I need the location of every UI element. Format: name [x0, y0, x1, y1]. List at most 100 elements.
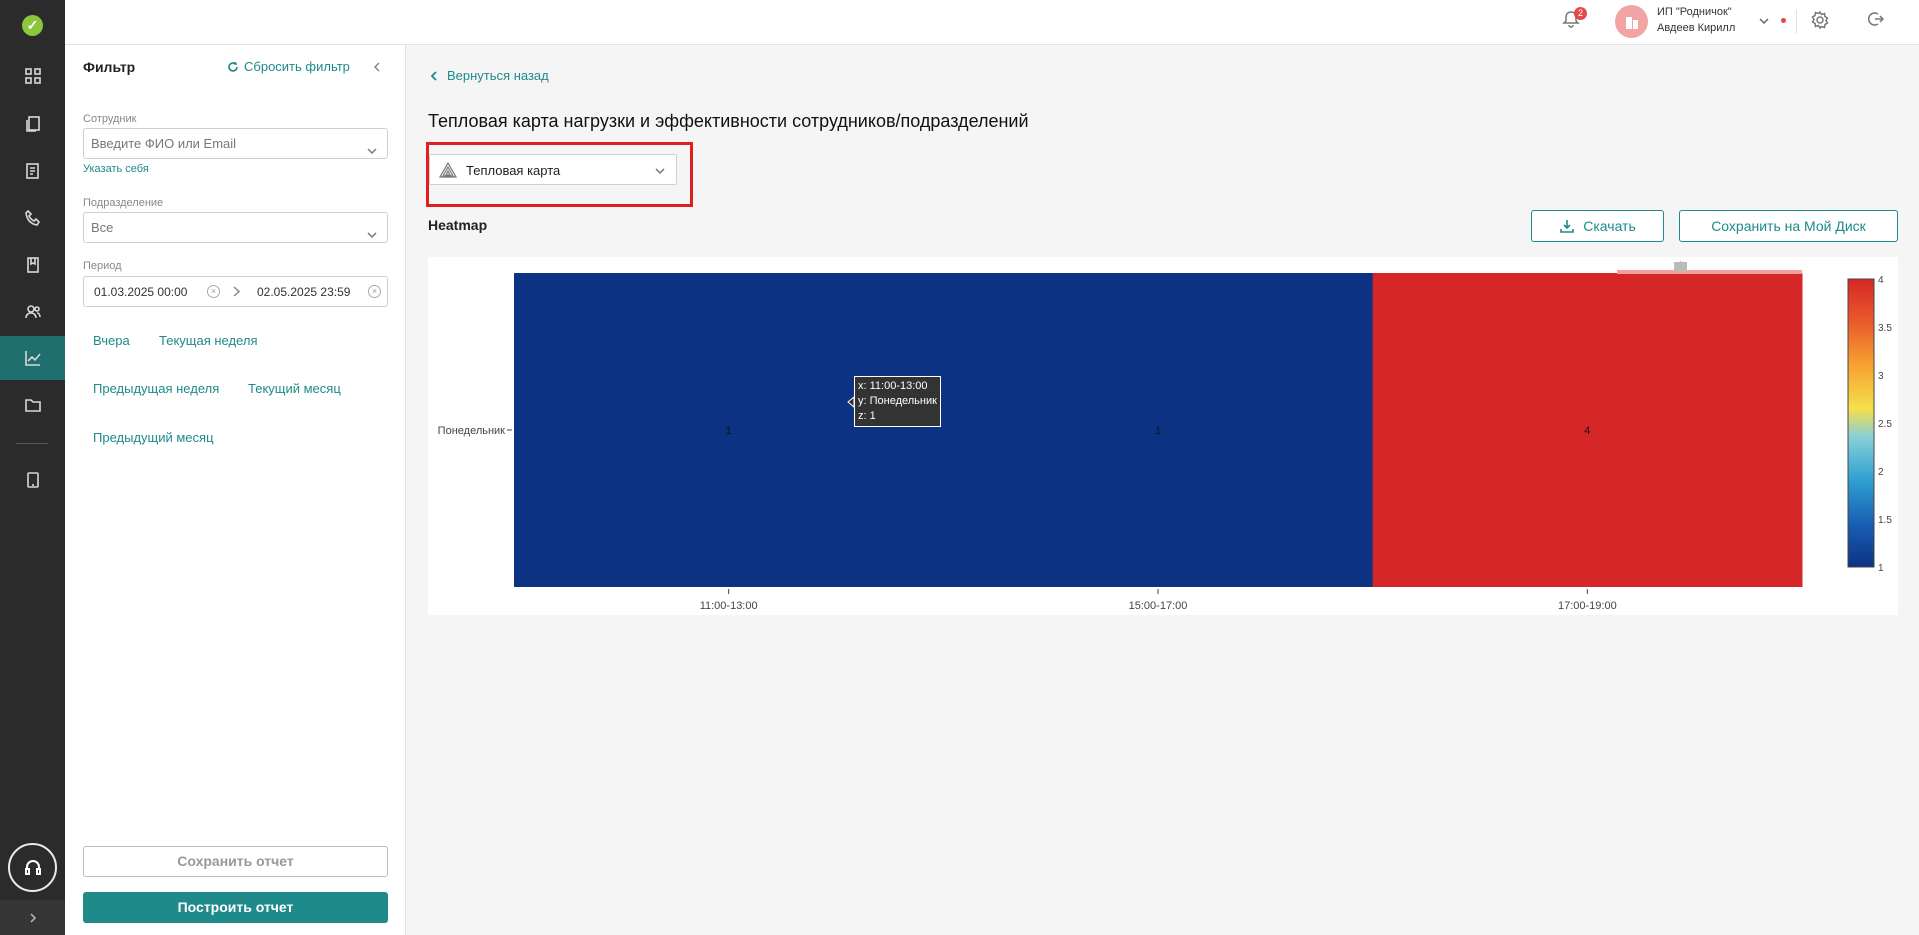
spike-lines-icon[interactable]: [1675, 261, 1858, 272]
hover-closest-icon[interactable]: [1674, 261, 1877, 272]
colorbar-tick-label: 4: [1878, 275, 1884, 286]
quick-yesterday[interactable]: Вчера: [93, 333, 130, 348]
colorbar-tick-label: 3: [1878, 371, 1884, 382]
header-divider: [1796, 10, 1797, 34]
x-tick-label: 15:00-17:00: [1129, 600, 1188, 612]
save-to-disk-button[interactable]: Сохранить на Мой Диск: [1679, 210, 1898, 242]
clear-date-to-icon[interactable]: ×: [368, 285, 381, 298]
x-tick-label: 17:00-19:00: [1558, 600, 1617, 612]
dashboard-icon[interactable]: [0, 54, 65, 98]
heatmap-svg: 1 1 4 Понедельник 11:00-13:00 15:00-17:00 17:0…: [438, 270, 1892, 612]
reset-filter-button[interactable]: Сбросить фильтр: [227, 59, 350, 74]
calls-icon[interactable]: [0, 196, 65, 240]
zoom-out-icon[interactable]: [1675, 261, 1801, 272]
department-select[interactable]: Все: [83, 212, 388, 243]
user-menu-chevron[interactable]: [1758, 14, 1770, 26]
user-name: Авдеев Кирилл: [1657, 22, 1736, 34]
chevron-down-icon: [1759, 18, 1769, 25]
y-tick-label: Понедельник: [438, 425, 506, 437]
date-to-input[interactable]: 02.05.2025 23:59: [257, 285, 350, 299]
filter-panel: Фильтр Сбросить фильтр Сотрудник Введите…: [65, 45, 406, 935]
chevron-right-icon: [29, 912, 36, 923]
notifications-button[interactable]: 2: [1562, 7, 1587, 32]
cell-value-label: 4: [1584, 425, 1590, 437]
heatmap-view-icon: [438, 161, 458, 181]
view-type-select[interactable]: Тепловая карта: [429, 154, 677, 185]
app-logo[interactable]: ✓: [22, 15, 43, 36]
heatmap-plot[interactable]: 1 1 4 Понедельник 11:00-13:00 15:00-17:00 17:0…: [428, 257, 1898, 615]
reset-filter-label: Сбросить фильтр: [244, 59, 350, 74]
department-value: Все: [91, 220, 114, 235]
box-select-icon[interactable]: [1675, 261, 1744, 272]
quick-previous-month[interactable]: Предыдущий месяц: [93, 430, 214, 445]
department-label: Подразделение: [83, 197, 164, 209]
home-icon[interactable]: [1674, 261, 1839, 272]
filter-title: Фильтр: [83, 59, 136, 75]
plot-modebar: [1674, 261, 1896, 272]
settings-button[interactable]: [1810, 10, 1830, 35]
status-dot: [1781, 18, 1786, 23]
colorbar-tick-label: 1: [1878, 563, 1884, 574]
user-info[interactable]: ИП "Родничок" Авдеев Кирилл: [1657, 4, 1735, 36]
colorbar-tick-label: 3.5: [1878, 323, 1892, 334]
org-avatar[interactable]: [1615, 5, 1648, 38]
download-icon: [1560, 220, 1575, 233]
zoom-in-icon[interactable]: [1675, 261, 1782, 272]
period-label: Период: [83, 260, 122, 272]
chevron-down-icon: [366, 222, 378, 251]
documents-icon[interactable]: [0, 102, 65, 146]
clear-date-from-icon[interactable]: ×: [207, 285, 220, 298]
expand-rail-button[interactable]: [0, 900, 65, 935]
lasso-icon[interactable]: [1675, 261, 1763, 272]
analytics-icon[interactable]: [0, 336, 65, 380]
page-title: Тепловая карта нагрузки и эффективности …: [428, 111, 1029, 131]
collapse-filter-button[interactable]: [371, 60, 383, 78]
users-icon[interactable]: [0, 290, 65, 334]
colorbar-tick-label: 1.5: [1878, 515, 1892, 526]
colorbar-tick-label: 2: [1878, 467, 1884, 478]
notifications-badge: 2: [1574, 7, 1587, 20]
reports-icon[interactable]: [0, 149, 65, 193]
chevron-left-icon: [430, 70, 437, 81]
book-icon[interactable]: [0, 243, 65, 287]
employee-label: Сотрудник: [83, 113, 137, 125]
folder-icon[interactable]: [0, 383, 65, 427]
back-link[interactable]: Вернуться назад: [429, 68, 549, 83]
building-icon: [1625, 16, 1638, 29]
colorbar: [1847, 278, 1875, 568]
chart-label: Heatmap: [428, 217, 488, 233]
download-label: Скачать: [1583, 218, 1636, 234]
main-content: Вернуться назад Тепловая карта нагрузки …: [407, 45, 1919, 935]
org-name: ИП "Родничок": [1657, 6, 1732, 18]
logout-icon: [1868, 12, 1885, 26]
employee-select[interactable]: Введите ФИО или Email: [83, 128, 388, 159]
hover-compare-icon[interactable]: [1674, 261, 1896, 272]
refresh-icon: [228, 61, 238, 72]
employee-placeholder: Введите ФИО или Email: [91, 136, 237, 151]
chevron-left-icon: [373, 62, 380, 72]
arrow-right-icon: [231, 286, 242, 300]
rail-divider: [16, 443, 48, 444]
colorbar-tick-label: 2.5: [1878, 419, 1892, 430]
date-from-input[interactable]: 01.03.2025 00:00: [94, 285, 187, 299]
back-label: Вернуться назад: [447, 68, 549, 83]
pan-icon[interactable]: [1675, 261, 1725, 272]
save-report-button[interactable]: Сохранить отчет: [83, 846, 388, 877]
quick-current-week[interactable]: Текущая неделя: [159, 333, 257, 348]
logout-button[interactable]: [1866, 10, 1885, 33]
download-button[interactable]: Скачать: [1531, 210, 1664, 242]
quick-current-month[interactable]: Текущий месяц: [248, 381, 341, 396]
tablet-icon[interactable]: [0, 458, 65, 502]
build-report-button[interactable]: Построить отчет: [83, 892, 388, 923]
support-headset-icon[interactable]: [8, 843, 57, 892]
quick-previous-week[interactable]: Предыдущая неделя: [93, 381, 219, 396]
top-bar: 2 ИП "Родничок" Авдеев Кирилл: [65, 0, 1919, 45]
set-self-link[interactable]: Указать себя: [83, 163, 149, 175]
tooltip-y: y: Понедельник: [858, 395, 937, 407]
tooltip-x: x: 11:00-13:00: [858, 380, 928, 392]
period-range-picker[interactable]: 01.03.2025 00:00 × 02.05.2025 23:59 ×: [83, 276, 388, 307]
autoscale-icon[interactable]: [1675, 261, 1820, 272]
zoom-icon[interactable]: [1675, 261, 1706, 272]
app-root: ✓ 2 ИП "Родничок" Авдеев Кирилл Фильтр С…: [0, 0, 1919, 935]
view-type-value: Тепловая карта: [466, 163, 561, 178]
